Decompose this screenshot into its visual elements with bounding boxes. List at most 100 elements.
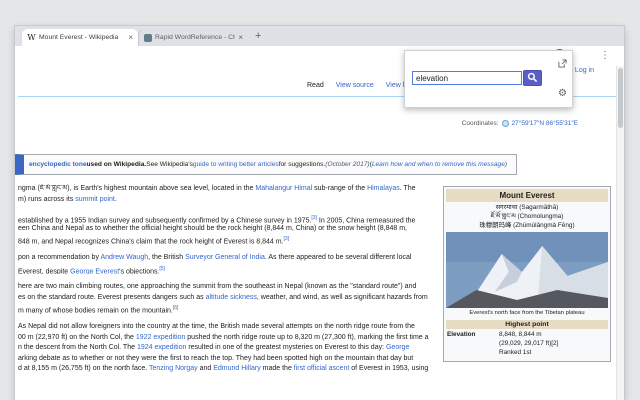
text-run: . As there appeared to be several differ… — [264, 253, 412, 261]
wiki-link[interactable]: guide to writing better articles — [193, 161, 279, 168]
article-line: m many of whose bodies remain on the mou… — [18, 303, 439, 314]
text-run: Everest, despite — [18, 267, 71, 275]
text-run: and — [197, 365, 214, 373]
text-run: . — [114, 195, 117, 203]
text-run: used on Wikipedia. — [86, 161, 147, 168]
article-line: d at 8,155 m (26,755 ft) on the north fa… — [18, 364, 439, 375]
text-run: 's objections. — [119, 267, 160, 275]
close-tab-icon[interactable]: × — [128, 33, 133, 42]
article-line: pon a recommendation by Andrew Waugh, th… — [18, 253, 439, 264]
wikipedia-page: Log in ReadView sourceView history Coord… — [15, 66, 616, 400]
page-scrollbar[interactable] — [616, 66, 624, 400]
paragraph: established by a 1955 Indian survey and … — [18, 213, 439, 245]
scrollbar-thumb[interactable] — [618, 68, 623, 128]
elevation-value-line: Ranked 1st — [499, 348, 532, 356]
text-run: 00 m (22,970 ft) on the North Col, the — [18, 333, 136, 341]
browser-tab-mount-everest[interactable]: W Mount Everest - Wikipedia × — [22, 29, 138, 46]
new-tab-button[interactable]: + — [255, 30, 261, 42]
elevation-label: Elevation — [447, 331, 476, 339]
globe-icon — [501, 120, 509, 127]
text-run: n the descent from the North Col. The — [18, 344, 137, 352]
open-in-new-tab-icon[interactable] — [558, 55, 567, 73]
wiki-link[interactable]: encyclopedic tone — [29, 161, 87, 168]
wiki-link[interactable]: 1922 expedition — [136, 334, 185, 341]
wiki-link[interactable]: Edmund Hillary — [213, 365, 260, 372]
wiki-link[interactable]: summit point — [75, 196, 115, 203]
paragraph: As Nepal did not allow foreigners into t… — [18, 322, 439, 375]
browser-tab-wordreference[interactable]: Rapid WordReference - Chrom... × — [138, 29, 248, 46]
wiki-link[interactable]: George — [386, 344, 409, 351]
coordinates: Coordinates: 27°59′17″N 86°55′31″E — [462, 120, 578, 127]
coordinates-link[interactable]: 27°59′17″N 86°55′31″E — [512, 120, 578, 127]
text-run: resulted in one of the greatest mysterie… — [186, 344, 386, 352]
page-tab-view-source[interactable]: View source — [336, 82, 374, 89]
text-run: (October 2017) — [325, 161, 370, 168]
article-line: arking debate as to whether or not they … — [18, 354, 439, 365]
paragraph: pon a recommendation by Andrew Waugh, th… — [18, 253, 439, 274]
text-run: 848 m, and Nepal recognizes China's clai… — [18, 238, 284, 245]
login-link[interactable]: Log in — [575, 67, 594, 74]
text-run: een China and Nepal as to whether the of… — [18, 224, 407, 232]
wiki-link[interactable]: first official ascent — [294, 365, 350, 372]
wikipedia-favicon-icon: W — [27, 33, 36, 42]
text-run: pushed the north ridge route up to 8,320… — [185, 333, 429, 341]
wiki-link[interactable]: Learn how and when to remove this messag… — [372, 161, 505, 168]
native-name: सगरमाथा (Sagarmāthā) — [495, 204, 559, 211]
wiki-link[interactable]: [3] — [284, 236, 290, 242]
browser-window: W Mount Everest - Wikipedia × Rapid Word… — [15, 26, 624, 400]
wiki-link[interactable]: 1924 expedition — [137, 344, 186, 351]
wiki-link[interactable]: George Everest — [70, 268, 119, 274]
everest-photo — [446, 232, 608, 309]
tab-strip: W Mount Everest - Wikipedia × Rapid Word… — [15, 26, 624, 46]
browser-menu-icon[interactable]: ⋮ — [600, 49, 610, 62]
article-line: 00 m (22,970 ft) on the North Col, the 1… — [18, 333, 439, 344]
wiki-link[interactable]: Surveyor General of India — [185, 254, 265, 261]
desktop: { "colors":{ "accent_purple":"#6a5acd", … — [0, 0, 640, 400]
text-run: made the — [260, 365, 294, 373]
text-run: . The — [399, 185, 416, 192]
text-run: pon a recommendation by — [18, 253, 101, 261]
close-tab-icon[interactable]: × — [238, 33, 243, 42]
search-button[interactable] — [523, 70, 542, 86]
article-line: ngma (ཇོ་མོ་གླང་མ), is Earth's highest m… — [18, 184, 439, 195]
wiki-link[interactable]: Tenzing Norgay — [149, 365, 198, 372]
infobox-section-header: Highest point — [446, 320, 608, 330]
article-line: n the descent from the North Col. The 19… — [18, 343, 439, 354]
wiki-link[interactable]: Himalayas — [367, 185, 400, 192]
text-run: , weather, and wind, as well as signific… — [256, 293, 428, 301]
popup-search-row — [412, 70, 542, 86]
text-run: See Wikipedia's — [146, 161, 193, 168]
text-run: m many of whose bodies remain on the mou… — [18, 307, 173, 314]
article-line: here are two main climbing routes, one a… — [18, 282, 439, 293]
text-run: for suggestions. — [278, 161, 326, 168]
article-line: es on the standard route. Everest presen… — [18, 293, 439, 304]
wordreference-favicon-icon — [144, 33, 152, 42]
search-input[interactable] — [412, 71, 522, 85]
coordinates-label: Coordinates: — [461, 120, 499, 127]
text-run: es on the standard route. Everest presen… — [18, 293, 206, 301]
article-line: m) runs across its summit point. — [18, 195, 439, 206]
wiki-link[interactable]: [5] — [159, 266, 165, 272]
text-run: ) — [504, 161, 508, 168]
wiki-link[interactable]: Andrew Waugh — [101, 254, 149, 261]
infobox-title: Mount Everest — [446, 189, 608, 202]
text-run: ngma (ཇོ་མོ་གླང་མ), is Earth's highest m… — [18, 185, 256, 192]
native-name: ཇོ་མོ་གླང་མ (Chomolungma) — [490, 212, 564, 220]
article-line: As Nepal did not allow foreigners into t… — [18, 322, 439, 333]
extension-popup: ⚙ — [404, 50, 573, 108]
infobox-native-names: सगरमाथा (Sagarmāthā) ཇོ་མོ་གླང་མ (Chomolu… — [446, 202, 608, 232]
search-icon — [527, 71, 538, 86]
text-run: arking debate as to whether or not they … — [18, 354, 414, 362]
article-line: een China and Nepal as to whether the of… — [18, 224, 439, 235]
wiki-link[interactable]: altitude sickness — [206, 294, 257, 301]
page-tab-read[interactable]: Read — [307, 82, 324, 89]
settings-gear-icon[interactable]: ⚙ — [558, 88, 567, 99]
article-line: 848 m, and Nepal recognizes China's clai… — [18, 234, 439, 245]
text-run: , the British — [148, 253, 186, 261]
text-run: d at 8,155 m (26,755 ft) on the north fa… — [18, 365, 150, 373]
wiki-link[interactable]: Mahalangur Himal — [255, 185, 312, 192]
text-run: As Nepal did not allow foreigners into t… — [18, 322, 415, 330]
text-run: here are two main climbing routes, one a… — [18, 283, 417, 291]
wiki-link[interactable]: [6] — [173, 305, 179, 311]
elevation-value: 8,848, 8,844 m (29,029, 29,017 ft)[2] Rank… — [499, 331, 607, 357]
